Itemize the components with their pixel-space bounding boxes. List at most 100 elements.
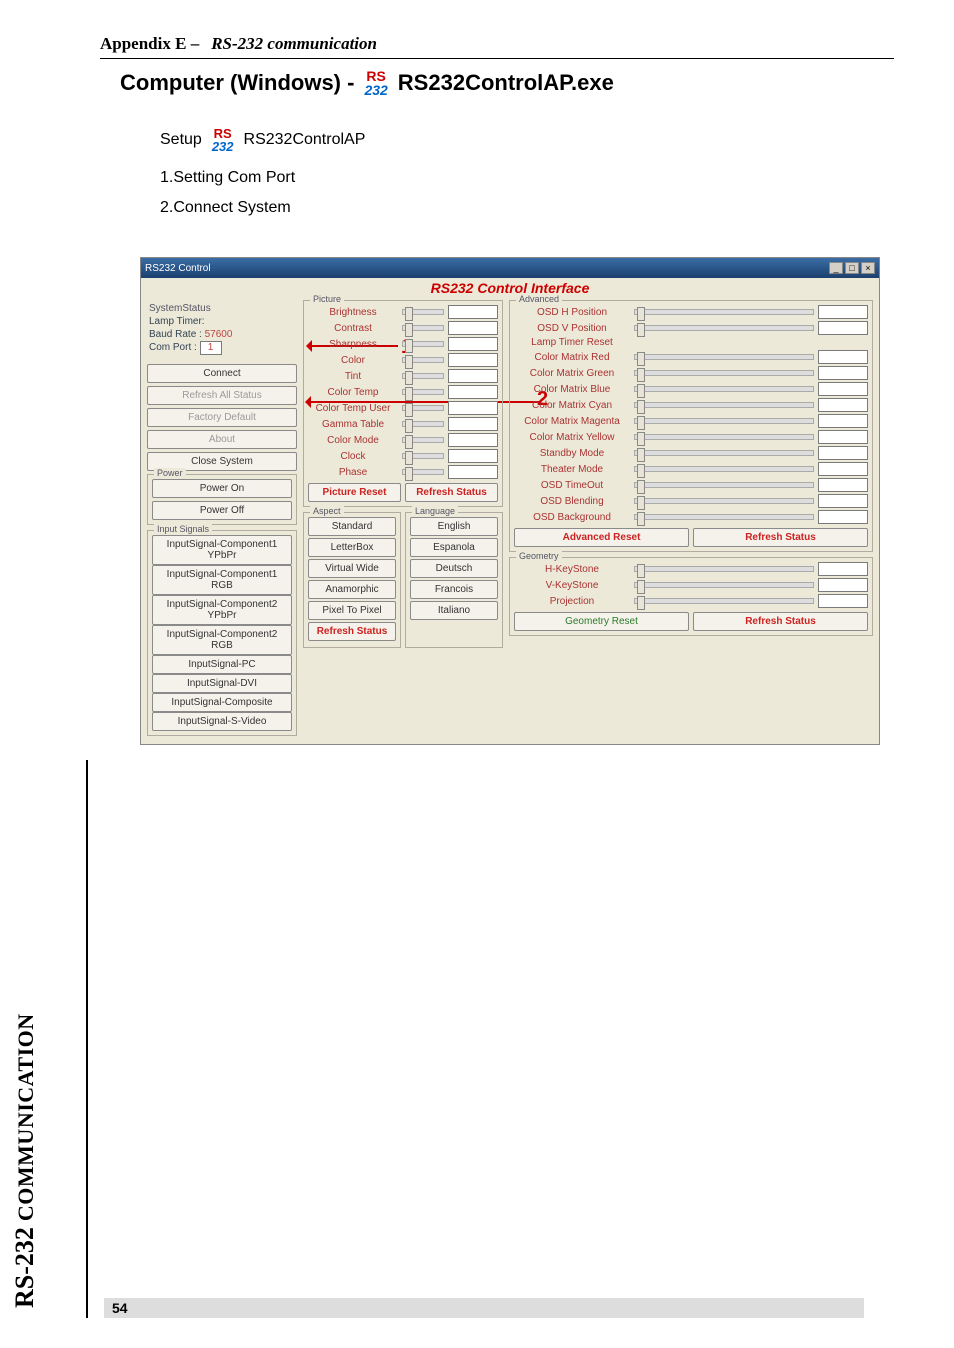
advanced-reset-button[interactable]: Advanced Reset: [514, 528, 689, 547]
aspect-group: Aspect Standard LetterBox Virtual Wide A…: [303, 512, 401, 648]
cm-cyan-slider[interactable]: [634, 402, 814, 408]
osd-h-slider[interactable]: [634, 309, 814, 315]
cm-mag-value[interactable]: [818, 414, 868, 428]
standby-value[interactable]: [818, 446, 868, 460]
brightness-value[interactable]: [448, 305, 498, 319]
lang-italiano[interactable]: Italiano: [410, 601, 498, 620]
projection-value[interactable]: [818, 594, 868, 608]
power-group: Power Power On Power Off: [147, 474, 297, 525]
tint-slider[interactable]: [402, 373, 444, 379]
gamma-slider[interactable]: [402, 421, 444, 427]
v-keystone-value[interactable]: [818, 578, 868, 592]
lang-english[interactable]: English: [410, 517, 498, 536]
about-button[interactable]: About: [147, 430, 297, 449]
cm-blue-value[interactable]: [818, 382, 868, 396]
connect-button[interactable]: Connect: [147, 364, 297, 383]
h-keystone-value[interactable]: [818, 562, 868, 576]
geometry-refresh-button[interactable]: Refresh Status: [693, 612, 868, 631]
osd-v-slider[interactable]: [634, 325, 814, 331]
contrast-value[interactable]: [448, 321, 498, 335]
minimize-button[interactable]: _: [829, 262, 843, 274]
standby-slider[interactable]: [634, 450, 814, 456]
timeout-slider[interactable]: [634, 482, 814, 488]
cm-cyan-value[interactable]: [818, 398, 868, 412]
power-off-button[interactable]: Power Off: [152, 501, 292, 520]
color-value[interactable]: [448, 353, 498, 367]
input-comp1-ypbpr[interactable]: InputSignal-Component1 YPbPr: [152, 535, 292, 565]
color-slider[interactable]: [402, 357, 444, 363]
close-button[interactable]: ×: [861, 262, 875, 274]
lang-deutsch[interactable]: Deutsch: [410, 559, 498, 578]
cm-yel-slider[interactable]: [634, 434, 814, 440]
setup-row: Setup RS 232 RS232ControlAP: [160, 127, 894, 153]
clock-slider[interactable]: [402, 453, 444, 459]
color-temp-user-slider[interactable]: [402, 405, 444, 411]
contrast-slider[interactable]: [402, 325, 444, 331]
power-on-button[interactable]: Power On: [152, 479, 292, 498]
appendix-header: Appendix E – RS-232 communication: [100, 34, 894, 59]
tint-value[interactable]: [448, 369, 498, 383]
input-svideo[interactable]: InputSignal-S-Video: [152, 712, 292, 731]
gamma-value[interactable]: [448, 417, 498, 431]
theater-slider[interactable]: [634, 466, 814, 472]
sharpness-value[interactable]: [448, 337, 498, 351]
app-window: RS232 Control _ □ × RS232 Control Interf…: [140, 257, 880, 745]
bg-value[interactable]: [818, 510, 868, 524]
cm-red-value[interactable]: [818, 350, 868, 364]
lang-espanola[interactable]: Espanola: [410, 538, 498, 557]
aspect-anamorphic[interactable]: Anamorphic: [308, 580, 396, 599]
blend-slider[interactable]: [634, 498, 814, 504]
theater-value[interactable]: [818, 462, 868, 476]
maximize-button[interactable]: □: [845, 262, 859, 274]
osd-v-value[interactable]: [818, 321, 868, 335]
lang-francois[interactable]: Francois: [410, 580, 498, 599]
sharpness-slider[interactable]: [402, 341, 444, 347]
clock-value[interactable]: [448, 449, 498, 463]
h-keystone-slider[interactable]: [634, 566, 814, 572]
cm-blue-slider[interactable]: [634, 386, 814, 392]
timeout-value[interactable]: [818, 478, 868, 492]
aspect-pixel[interactable]: Pixel To Pixel: [308, 601, 396, 620]
phase-value[interactable]: [448, 465, 498, 479]
v-keystone-slider[interactable]: [634, 582, 814, 588]
aspect-refresh[interactable]: Refresh Status: [308, 622, 396, 641]
input-comp2-rgb[interactable]: InputSignal-Component2 RGB: [152, 625, 292, 655]
cm-green-value[interactable]: [818, 366, 868, 380]
aspect-virtual-wide[interactable]: Virtual Wide: [308, 559, 396, 578]
osd-h-value[interactable]: [818, 305, 868, 319]
page-number: 54: [104, 1298, 864, 1318]
color-temp-user-value[interactable]: [448, 401, 498, 415]
input-comp2-ypbpr[interactable]: InputSignal-Component2 YPbPr: [152, 595, 292, 625]
input-comp1-rgb[interactable]: InputSignal-Component1 RGB: [152, 565, 292, 595]
color-mode-slider[interactable]: [402, 437, 444, 443]
side-tab: RS-232 COMMUNICATION: [10, 1013, 40, 1308]
cm-red-slider[interactable]: [634, 354, 814, 360]
phase-slider[interactable]: [402, 469, 444, 475]
input-pc[interactable]: InputSignal-PC: [152, 655, 292, 674]
color-temp-slider[interactable]: [402, 389, 444, 395]
projection-slider[interactable]: [634, 598, 814, 604]
picture-reset-button[interactable]: Picture Reset: [308, 483, 401, 502]
com-port-input[interactable]: 1: [200, 341, 222, 355]
input-composite[interactable]: InputSignal-Composite: [152, 693, 292, 712]
color-mode-value[interactable]: [448, 433, 498, 447]
advanced-refresh-button[interactable]: Refresh Status: [693, 528, 868, 547]
system-status-title: SystemStatus: [149, 302, 295, 315]
appendix-label: Appendix E –: [100, 34, 199, 53]
cm-mag-slider[interactable]: [634, 418, 814, 424]
aspect-standard[interactable]: Standard: [308, 517, 396, 536]
cm-yel-value[interactable]: [818, 430, 868, 444]
refresh-all-button[interactable]: Refresh All Status: [147, 386, 297, 405]
picture-refresh-button[interactable]: Refresh Status: [405, 483, 498, 502]
aspect-letterbox[interactable]: LetterBox: [308, 538, 396, 557]
factory-default-button[interactable]: Factory Default: [147, 408, 297, 427]
bg-slider[interactable]: [634, 514, 814, 520]
blend-value[interactable]: [818, 494, 868, 508]
cm-green-slider[interactable]: [634, 370, 814, 376]
color-temp-value[interactable]: [448, 385, 498, 399]
title-right: RS232ControlAP.exe: [398, 70, 614, 96]
brightness-slider[interactable]: [402, 309, 444, 315]
geometry-reset-button[interactable]: Geometry Reset: [514, 612, 689, 631]
title-left: Computer (Windows) -: [120, 70, 354, 96]
input-dvi[interactable]: InputSignal-DVI: [152, 674, 292, 693]
